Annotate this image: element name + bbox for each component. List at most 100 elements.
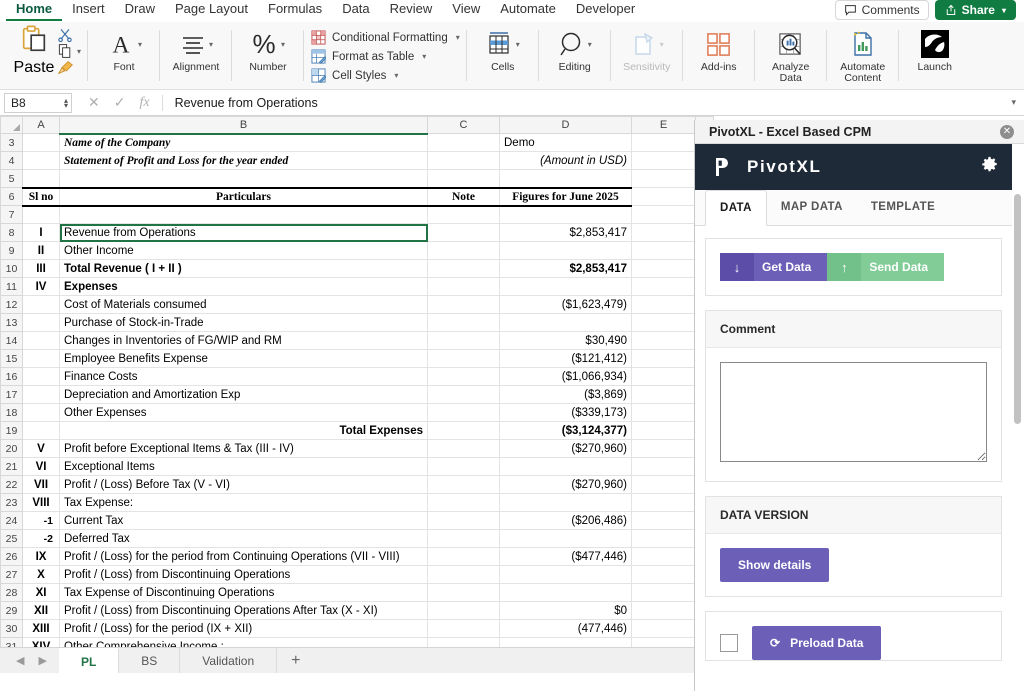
cell-c13[interactable]	[427, 313, 500, 332]
cell-c26[interactable]	[427, 547, 500, 566]
cell-c8[interactable]	[427, 223, 500, 242]
cell-b25[interactable]: Deferred Tax	[59, 529, 428, 548]
sensitivity-button[interactable]: ▾ Sensitivity	[618, 24, 676, 73]
table-row[interactable]: 30 XIII Profit / (Loss) for the period (…	[0, 619, 714, 638]
cell-c18[interactable]	[427, 403, 500, 422]
send-data-button[interactable]: ↑ Send Data	[827, 253, 945, 281]
row-header[interactable]: 30	[0, 619, 23, 638]
cell-a10[interactable]: III	[22, 259, 60, 278]
row-header[interactable]: 3	[0, 133, 23, 152]
gear-icon[interactable]	[981, 156, 998, 178]
cell-c16[interactable]	[427, 367, 500, 386]
cell-d29[interactable]: $0	[499, 601, 632, 620]
cell-c24[interactable]	[427, 511, 500, 530]
row-header[interactable]: 20	[0, 439, 23, 458]
table-row[interactable]: 14 Changes in Inventories of FG/WIP and …	[0, 331, 714, 350]
table-row[interactable]: 24 -1 Current Tax ($206,486)	[0, 511, 714, 530]
cell-a24[interactable]: -1	[22, 511, 60, 530]
table-row[interactable]: 17 Depreciation and Amortization Exp ($3…	[0, 385, 714, 404]
cell-d11[interactable]	[499, 277, 632, 296]
cell-d14[interactable]: $30,490	[499, 331, 632, 350]
cell-e5[interactable]	[631, 169, 696, 188]
cell-e11[interactable]	[631, 277, 696, 296]
cell-a14[interactable]	[22, 331, 60, 350]
cell-d17[interactable]: ($3,869)	[499, 385, 632, 404]
alignment-chevron-down-icon[interactable]: ▾	[209, 40, 213, 49]
insert-function-icon[interactable]: fx	[139, 95, 149, 111]
cell-d23[interactable]	[499, 493, 632, 512]
cell-c15[interactable]	[427, 349, 500, 368]
row-header[interactable]: 10	[0, 259, 23, 278]
formula-input[interactable]: Revenue from Operations	[175, 96, 1012, 110]
copy-button[interactable]: ▾	[57, 43, 81, 59]
cell-e30[interactable]	[631, 619, 696, 638]
tab-map-data[interactable]: MAP DATA	[767, 190, 857, 225]
column-header-c[interactable]: C	[427, 116, 500, 134]
cell-d13[interactable]	[499, 313, 632, 332]
conditional-formatting-button[interactable]: Conditional Formatting ▾	[311, 30, 460, 45]
cell-d30[interactable]: (477,446)	[499, 619, 632, 638]
cell-b7[interactable]	[59, 205, 428, 224]
row-header[interactable]: 4	[0, 151, 23, 170]
ribbon-tab-view[interactable]: View	[442, 0, 490, 19]
cell-c28[interactable]	[427, 583, 500, 602]
table-row[interactable]: 13 Purchase of Stock-in-Trade	[0, 313, 714, 332]
sensitivity-chevron-down-icon[interactable]: ▾	[660, 40, 664, 49]
table-row[interactable]: 29 XII Profit / (Loss) from Discontinuin…	[0, 601, 714, 620]
cell-c7[interactable]	[427, 205, 500, 224]
cell-c4[interactable]	[427, 151, 500, 170]
cell-e6[interactable]	[631, 187, 696, 206]
cell-e4[interactable]	[631, 151, 696, 170]
cell-d7[interactable]	[499, 205, 632, 224]
cell-e27[interactable]	[631, 565, 696, 584]
cell-c23[interactable]	[427, 493, 500, 512]
cell-a8[interactable]: I	[22, 223, 60, 242]
cell-d25[interactable]	[499, 529, 632, 548]
cell-d19[interactable]: ($3,124,377)	[499, 421, 632, 440]
cut-button[interactable]	[57, 27, 81, 43]
cell-e31[interactable]	[631, 637, 696, 647]
add-sheet-button[interactable]: +	[277, 648, 314, 673]
addins-button[interactable]: Add-ins	[690, 24, 748, 73]
cell-c27[interactable]	[427, 565, 500, 584]
copy-chevron-down-icon[interactable]: ▾	[77, 47, 81, 56]
cell-e25[interactable]	[631, 529, 696, 548]
row-header[interactable]: 7	[0, 205, 23, 224]
cell-d16[interactable]: ($1,066,934)	[499, 367, 632, 386]
cell-a15[interactable]	[22, 349, 60, 368]
cell-c6[interactable]: Note	[427, 186, 500, 207]
cell-b16[interactable]: Finance Costs	[59, 367, 428, 386]
cell-b11[interactable]: Expenses	[59, 277, 428, 296]
ribbon-tab-developer[interactable]: Developer	[566, 0, 645, 19]
cell-a26[interactable]: IX	[22, 547, 60, 566]
cell-d5[interactable]	[499, 169, 632, 188]
table-row[interactable]: 15 Employee Benefits Expense ($121,412)	[0, 349, 714, 368]
table-row[interactable]: 22 VII Profit / (Loss) Before Tax (V - V…	[0, 475, 714, 494]
cell-d20[interactable]: ($270,960)	[499, 439, 632, 458]
cell-a18[interactable]	[22, 403, 60, 422]
previous-sheet-icon[interactable]: ◀	[16, 654, 24, 667]
cell-e16[interactable]	[631, 367, 696, 386]
cell-a11[interactable]: IV	[22, 277, 60, 296]
table-row[interactable]: 31 XIV Other Comprehensive Income :	[0, 637, 714, 647]
accept-formula-icon[interactable]: ✓	[114, 94, 126, 111]
cell-b3[interactable]: Name of the Company	[59, 133, 428, 152]
comment-input[interactable]	[720, 362, 987, 462]
cell-b10[interactable]: Total Revenue ( I + II )	[59, 259, 428, 278]
table-row[interactable]: 8 I Revenue from Operations $2,853,417	[0, 223, 714, 242]
cell-a28[interactable]: XI	[22, 583, 60, 602]
cell-d31[interactable]	[499, 637, 632, 647]
cell-c14[interactable]	[427, 331, 500, 350]
cell-a9[interactable]: II	[22, 241, 60, 260]
cell-b20[interactable]: Profit before Exceptional Items & Tax (I…	[59, 439, 428, 458]
row-header[interactable]: 14	[0, 331, 23, 350]
column-header-e[interactable]: E	[631, 116, 696, 134]
cell-d3[interactable]: Demo	[499, 133, 632, 152]
cell-b14[interactable]: Changes in Inventories of FG/WIP and RM	[59, 331, 428, 350]
cell-e15[interactable]	[631, 349, 696, 368]
number-button[interactable]: % ▾ Number	[239, 24, 297, 73]
table-row[interactable]: 23 VIII Tax Expense:	[0, 493, 714, 512]
cell-b30[interactable]: Profit / (Loss) for the period (IX + XII…	[59, 619, 428, 638]
cell-e20[interactable]	[631, 439, 696, 458]
sheet-tab-pl[interactable]: PL	[58, 648, 120, 673]
